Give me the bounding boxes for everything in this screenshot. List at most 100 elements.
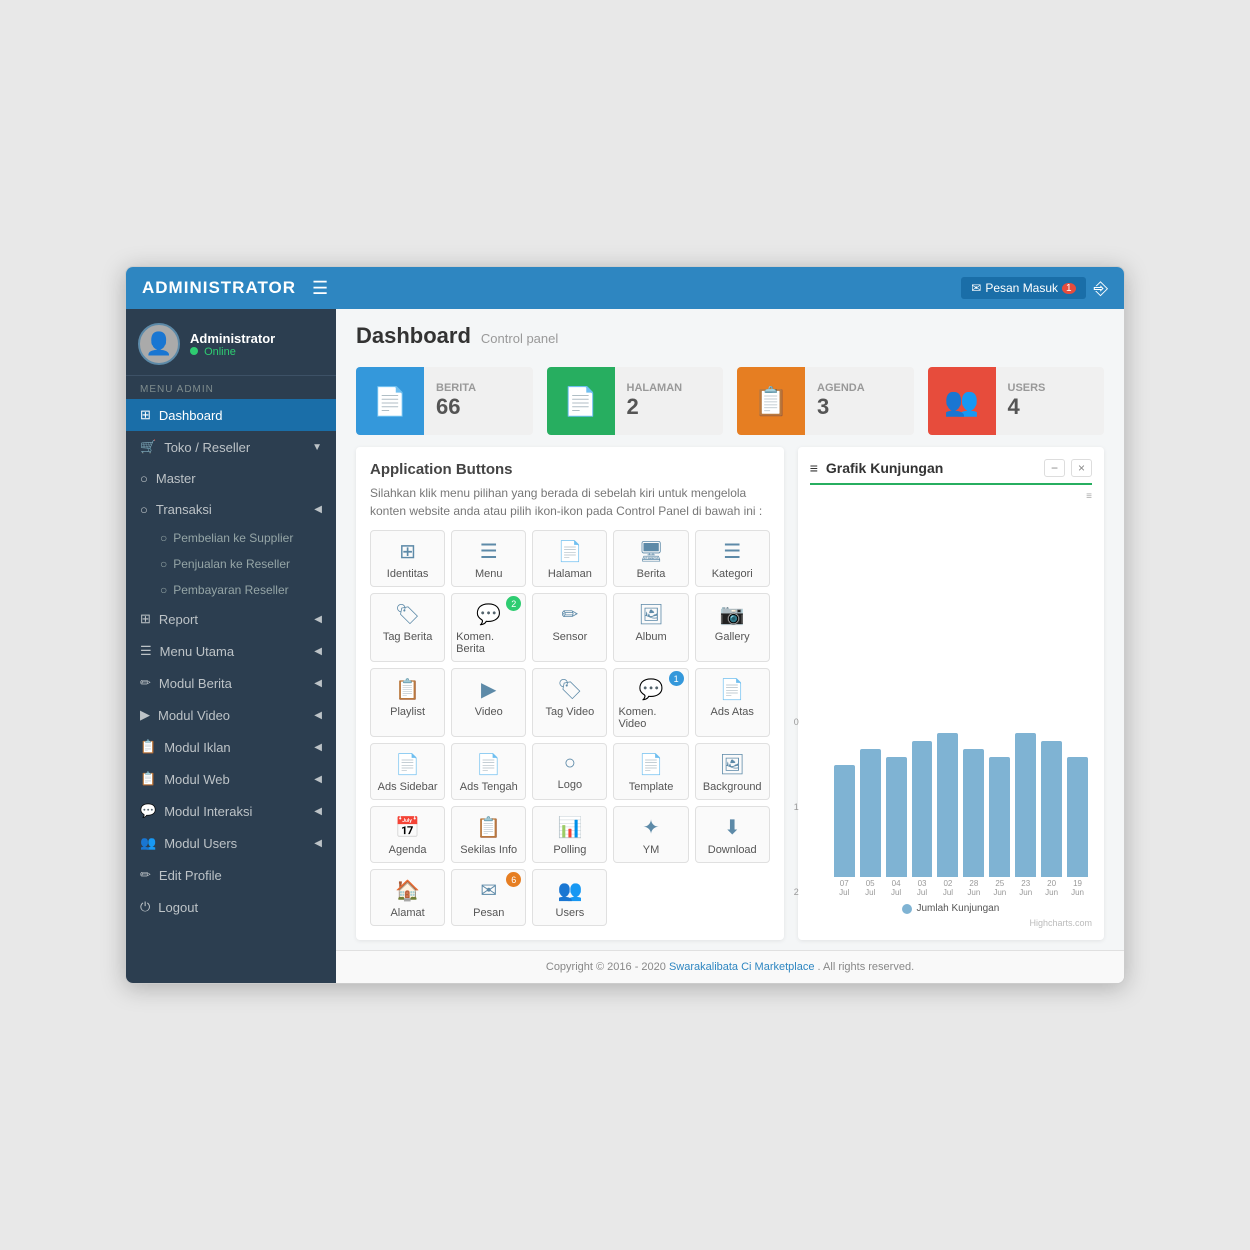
sidebar-user: 👤 Administrator Online [126, 309, 336, 376]
logout-icon: ⏻ [140, 899, 150, 915]
berita-icon: 📄 [356, 367, 424, 435]
berita-info: BERITA 66 [424, 374, 488, 428]
app-btn-identitas[interactable]: ⊞ Identitas [370, 530, 445, 587]
sidebar-sub-pembelian[interactable]: ○ Pembelian ke Supplier [126, 525, 336, 551]
komen-video-icon: 💬 [639, 677, 664, 702]
komen-video-label: Komen. Video [618, 706, 683, 730]
sidebar-item-modul-interaksi[interactable]: 💬 Modul Interaksi ◀ [126, 795, 336, 827]
sidebar-item-menu-utama[interactable]: ☰ Menu Utama ◀ [126, 635, 336, 667]
modul-users-icon: 👥 [140, 835, 156, 851]
x-label: 19 Jun [1067, 879, 1088, 897]
modul-web-left: 📋 Modul Web [140, 771, 230, 787]
stat-card-halaman[interactable]: 📄 HALAMAN 2 [547, 367, 724, 435]
app-btn-sensor[interactable]: ✏ Sensor [532, 593, 607, 662]
polling-label: Polling [553, 844, 586, 856]
grafik-minimize-button[interactable]: − [1044, 459, 1065, 477]
app-buttons-title: Application Buttons [370, 461, 770, 478]
app-btn-komen-berita[interactable]: 2 💬 Komen. Berita [451, 593, 526, 662]
app-btn-agenda[interactable]: 📅 Agenda [370, 806, 445, 863]
transaksi-icon: ○ [140, 502, 148, 517]
app-btn-album[interactable]: 🖼 Album [613, 593, 688, 662]
tag-berita-icon: 🏷 [395, 602, 420, 627]
app-btn-ym[interactable]: ✦ YM [613, 806, 688, 863]
circle-icon-2: ○ [160, 557, 167, 571]
pesan-btn-icon: ✉ [480, 878, 497, 903]
komen-berita-badge: 2 [506, 596, 521, 611]
app-btn-ads-tengah[interactable]: 📄 Ads Tengah [451, 743, 526, 800]
chevron-icon-web: ◀ [314, 774, 322, 785]
sidebar-item-edit-profile[interactable]: ✏ Edit Profile [126, 859, 336, 891]
bar-chart-icon: ≡ [810, 460, 818, 476]
app-btn-background[interactable]: 🖼 Background [695, 743, 770, 800]
app-btn-tag-berita[interactable]: 🏷 Tag Berita [370, 593, 445, 662]
online-dot [190, 347, 198, 355]
app-btn-polling[interactable]: 📊 Polling [532, 806, 607, 863]
app-btn-video[interactable]: ▶ Video [451, 668, 526, 737]
app-btn-kategori[interactable]: ☰ Kategori [695, 530, 770, 587]
sidebar-item-logout[interactable]: ⏻ Logout [126, 891, 336, 923]
circle-icon-3: ○ [160, 583, 167, 597]
app-btn-template[interactable]: 📄 Template [613, 743, 688, 800]
circle-icon: ○ [160, 531, 167, 545]
sidebar-item-master[interactable]: ○ Master [126, 463, 336, 494]
sidebar-item-modul-iklan[interactable]: 📋 Modul Iklan ◀ [126, 731, 336, 763]
sensor-icon: ✏ [562, 602, 579, 627]
stat-card-agenda[interactable]: 📋 AGENDA 3 [737, 367, 914, 435]
sidebar-item-modul-web[interactable]: 📋 Modul Web ◀ [126, 763, 336, 795]
agenda-btn-icon: 📅 [395, 815, 420, 840]
avatar: 👤 [138, 323, 180, 365]
hamburger-icon[interactable]: ☰ [312, 278, 328, 299]
sidebar-item-transaksi[interactable]: ○ Transaksi ◀ [126, 494, 336, 525]
company-link[interactable]: Swarakalibata Ci Marketplace [669, 961, 815, 973]
legend-dot [902, 904, 912, 914]
app-btn-download[interactable]: ⬇ Download [695, 806, 770, 863]
app-btn-alamat[interactable]: 🏠 Alamat [370, 869, 445, 926]
app-btn-komen-video[interactable]: 1 💬 Komen. Video [613, 668, 688, 737]
menu-icon: ☰ [480, 539, 498, 564]
app-btn-pesan[interactable]: 6 ✉ Pesan [451, 869, 526, 926]
chart-bar [963, 749, 984, 877]
sidebar-item-modul-users[interactable]: 👥 Modul Users ◀ [126, 827, 336, 859]
admin-title: ADMINISTRATOR [142, 278, 296, 298]
modul-iklan-left: 📋 Modul Iklan [140, 739, 231, 755]
sidebar-item-toko-reseller[interactable]: 🛒 Toko / Reseller ▼ [126, 431, 336, 463]
chart-bar [1067, 757, 1088, 877]
app-btn-sekilas-info[interactable]: 📋 Sekilas Info [451, 806, 526, 863]
content-footer: Copyright © 2016 - 2020 Swarakalibata Ci… [336, 950, 1124, 983]
menu-utama-icon: ☰ [140, 643, 152, 659]
modul-interaksi-icon: 💬 [140, 803, 156, 819]
app-btn-halaman[interactable]: 📄 Halaman [532, 530, 607, 587]
users-info: USERS 4 [996, 374, 1058, 428]
halaman-info: HALAMAN 2 [615, 374, 695, 428]
pesan-masuk-button[interactable]: ✉ Pesan Masuk 1 [961, 277, 1085, 299]
app-btn-gallery[interactable]: 📷 Gallery [695, 593, 770, 662]
user-name: Administrator [190, 331, 275, 346]
app-btn-ads-atas[interactable]: 📄 Ads Atas [695, 668, 770, 737]
sidebar-sub-penjualan[interactable]: ○ Penjualan ke Reseller [126, 551, 336, 577]
sidebar-item-modul-berita[interactable]: ✏ Modul Berita ◀ [126, 667, 336, 699]
sidebar-item-modul-video[interactable]: ▶ Modul Video ◀ [126, 699, 336, 731]
report-left: ⊞ Report [140, 611, 198, 627]
chevron-icon-video: ◀ [314, 710, 322, 721]
sidebar-item-report[interactable]: ⊞ Report ◀ [126, 603, 336, 635]
app-btn-users[interactable]: 👥 Users [532, 869, 607, 926]
x-label: 25 Jun [989, 879, 1010, 897]
stat-card-berita[interactable]: 📄 BERITA 66 [356, 367, 533, 435]
app-btn-logo[interactable]: ○ Logo [532, 743, 607, 800]
app-btn-playlist[interactable]: 📋 Playlist [370, 668, 445, 737]
users-btn-label: Users [556, 907, 585, 919]
logo-label: Logo [558, 779, 582, 791]
playlist-label: Playlist [390, 706, 425, 718]
modul-video-left: ▶ Modul Video [140, 707, 230, 723]
stat-card-users[interactable]: 👥 USERS 4 [928, 367, 1105, 435]
x-label: 05 Jul [860, 879, 881, 897]
chart-bar [937, 733, 958, 877]
app-btn-ads-sidebar[interactable]: 📄 Ads Sidebar [370, 743, 445, 800]
sidebar-sub-pembayaran[interactable]: ○ Pembayaran Reseller [126, 577, 336, 603]
app-btn-berita[interactable]: 🖥 Berita [613, 530, 688, 587]
logout-top-icon[interactable]: ⎆ [1094, 278, 1108, 299]
app-btn-menu[interactable]: ☰ Menu [451, 530, 526, 587]
grafik-close-button[interactable]: × [1071, 459, 1092, 477]
sidebar-item-dashboard[interactable]: ⊞ Dashboard [126, 399, 336, 431]
app-btn-tag-video[interactable]: 🏷 Tag Video [532, 668, 607, 737]
